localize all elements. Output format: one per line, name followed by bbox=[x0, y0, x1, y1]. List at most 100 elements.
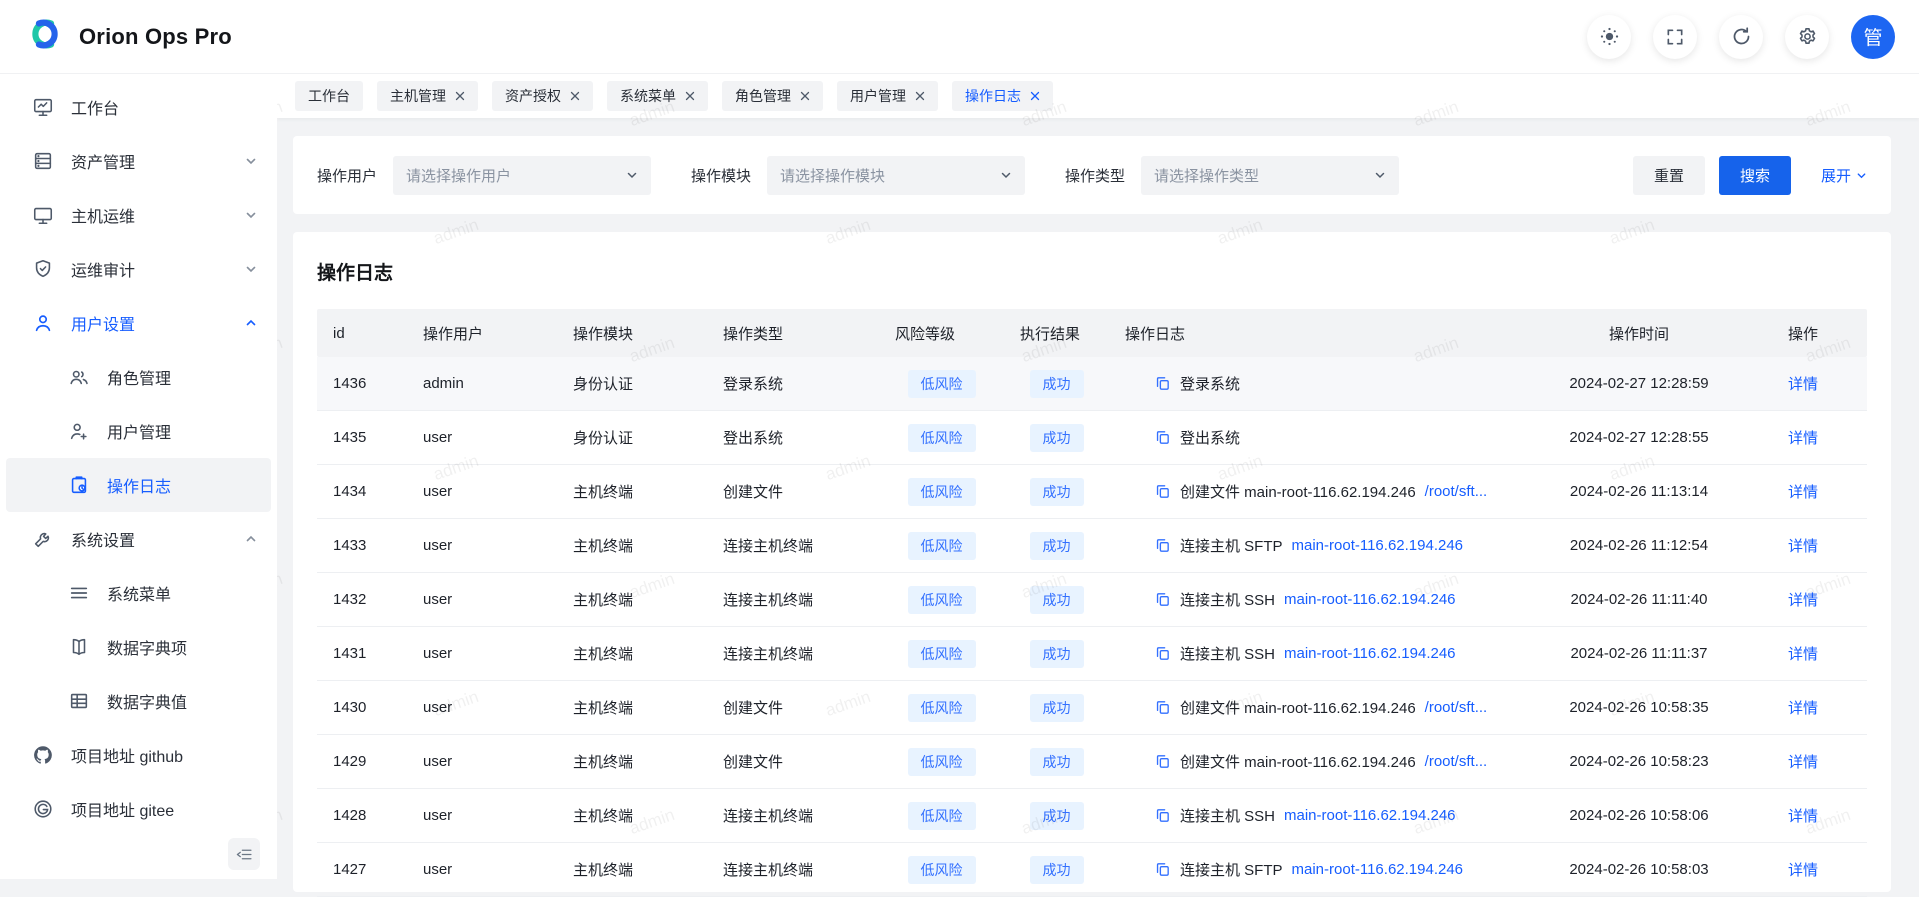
copy-icon[interactable] bbox=[1154, 537, 1171, 554]
app-logo[interactable]: Orion Ops Pro bbox=[24, 13, 232, 60]
sidebar-item-host-ops[interactable]: 主机运维 bbox=[6, 188, 271, 242]
table-row: 1430 user 主机终端 创建文件 低风险 成功 创建文件 main-roo… bbox=[317, 681, 1867, 735]
sidebar-item-system-settings[interactable]: 系统设置 bbox=[6, 512, 271, 566]
log-link[interactable]: main-root-116.62.194.246 bbox=[1292, 537, 1464, 554]
cell-id: 1436 bbox=[317, 375, 407, 392]
detail-link[interactable]: 详情 bbox=[1788, 538, 1818, 555]
close-icon[interactable] bbox=[800, 91, 810, 101]
detail-link[interactable]: 详情 bbox=[1788, 376, 1818, 393]
operation-type-select[interactable]: 请选择操作类型 bbox=[1141, 156, 1399, 195]
log-link[interactable]: /root/sft... bbox=[1425, 699, 1488, 716]
table-row: 1429 user 主机终端 创建文件 低风险 成功 创建文件 main-roo… bbox=[317, 735, 1867, 789]
risk-badge: 低风险 bbox=[908, 802, 976, 830]
sidebar-item-audit[interactable]: 运维审计 bbox=[6, 242, 271, 296]
log-link[interactable]: /root/sft... bbox=[1425, 753, 1488, 770]
gitee-icon bbox=[32, 798, 54, 820]
detail-link[interactable]: 详情 bbox=[1788, 862, 1818, 879]
sidebar-item-operation-log[interactable]: 操作日志 bbox=[6, 458, 271, 512]
tab-asset-authorization[interactable]: 资产授权 bbox=[492, 81, 593, 111]
copy-icon[interactable] bbox=[1154, 591, 1171, 608]
column-header-user: 操作用户 bbox=[407, 323, 557, 344]
close-icon[interactable] bbox=[915, 91, 925, 101]
copy-icon[interactable] bbox=[1154, 645, 1171, 662]
close-icon[interactable] bbox=[455, 91, 465, 101]
sidebar-item-role-management[interactable]: 角色管理 bbox=[6, 350, 271, 404]
sidebar-collapse-button[interactable] bbox=[228, 838, 260, 870]
tab-workbench[interactable]: 工作台 bbox=[295, 81, 363, 111]
sidebar-item-dict-values[interactable]: 数据字典值 bbox=[6, 674, 271, 728]
cell-time: 2024-02-26 11:11:37 bbox=[1539, 645, 1739, 662]
cell-time: 2024-02-27 12:28:59 bbox=[1539, 375, 1739, 392]
sidebar-item-system-menu[interactable]: 系统菜单 bbox=[6, 566, 271, 620]
cell-user: user bbox=[407, 591, 557, 608]
operation-module-select[interactable]: 请选择操作模块 bbox=[767, 156, 1025, 195]
gear-icon[interactable] bbox=[1785, 15, 1829, 59]
sidebar-item-label: 角色管理 bbox=[107, 365, 171, 389]
operation-user-select[interactable]: 请选择操作用户 bbox=[393, 156, 651, 195]
copy-icon[interactable] bbox=[1154, 483, 1171, 500]
sidebar-item-user-settings[interactable]: 用户设置 bbox=[6, 296, 271, 350]
cell-time: 2024-02-26 11:13:14 bbox=[1539, 483, 1739, 500]
log-link[interactable]: main-root-116.62.194.246 bbox=[1292, 861, 1464, 878]
detail-link[interactable]: 详情 bbox=[1788, 430, 1818, 447]
cell-action: 详情 bbox=[1739, 535, 1867, 556]
tab-host-management[interactable]: 主机管理 bbox=[377, 81, 478, 111]
close-icon[interactable] bbox=[1030, 91, 1040, 101]
log-link[interactable]: main-root-116.62.194.246 bbox=[1284, 645, 1456, 662]
refresh-icon[interactable] bbox=[1719, 15, 1763, 59]
tab-user-management[interactable]: 用户管理 bbox=[837, 81, 938, 111]
close-icon[interactable] bbox=[570, 91, 580, 101]
cell-risk: 低风险 bbox=[879, 478, 1004, 506]
sidebar-item-user-management[interactable]: 用户管理 bbox=[6, 404, 271, 458]
cell-module: 主机终端 bbox=[557, 643, 707, 664]
cell-action: 详情 bbox=[1739, 697, 1867, 718]
risk-badge: 低风险 bbox=[908, 694, 976, 722]
result-badge: 成功 bbox=[1030, 478, 1084, 506]
tab-label: 用户管理 bbox=[850, 86, 906, 106]
tab-system-menu[interactable]: 系统菜单 bbox=[607, 81, 708, 111]
tab-role-management[interactable]: 角色管理 bbox=[722, 81, 823, 111]
copy-icon[interactable] bbox=[1154, 753, 1171, 770]
sidebar-item-gitee[interactable]: 项目地址 gitee bbox=[6, 782, 271, 836]
fullscreen-icon[interactable] bbox=[1653, 15, 1697, 59]
detail-link[interactable]: 详情 bbox=[1788, 754, 1818, 771]
user-avatar[interactable]: 管 bbox=[1851, 15, 1895, 59]
detail-link[interactable]: 详情 bbox=[1788, 646, 1818, 663]
risk-badge: 低风险 bbox=[908, 370, 976, 398]
copy-icon[interactable] bbox=[1154, 699, 1171, 716]
log-link[interactable]: /root/sft... bbox=[1425, 483, 1488, 500]
tab-operation-log[interactable]: 操作日志 bbox=[952, 81, 1053, 111]
sidebar-item-assets[interactable]: 资产管理 bbox=[6, 134, 271, 188]
search-button[interactable]: 搜索 bbox=[1719, 156, 1791, 195]
result-badge: 成功 bbox=[1030, 640, 1084, 668]
copy-icon[interactable] bbox=[1154, 429, 1171, 446]
cell-user: user bbox=[407, 699, 557, 716]
close-icon[interactable] bbox=[685, 91, 695, 101]
cell-id: 1429 bbox=[317, 753, 407, 770]
cell-risk: 低风险 bbox=[879, 586, 1004, 614]
select-placeholder: 请选择操作用户 bbox=[406, 165, 511, 186]
expand-toggle[interactable]: 展开 bbox=[1821, 165, 1867, 186]
copy-icon[interactable] bbox=[1154, 375, 1171, 392]
copy-icon[interactable] bbox=[1154, 807, 1171, 824]
detail-link[interactable]: 详情 bbox=[1788, 592, 1818, 609]
log-link[interactable]: main-root-116.62.194.246 bbox=[1284, 591, 1456, 608]
select-placeholder: 请选择操作模块 bbox=[780, 165, 885, 186]
sidebar-item-workbench[interactable]: 工作台 bbox=[6, 80, 271, 134]
detail-link[interactable]: 详情 bbox=[1788, 700, 1818, 717]
tab-label: 资产授权 bbox=[505, 86, 561, 106]
detail-link[interactable]: 详情 bbox=[1788, 808, 1818, 825]
copy-icon[interactable] bbox=[1154, 861, 1171, 878]
log-link[interactable]: main-root-116.62.194.246 bbox=[1284, 807, 1456, 824]
cell-log: 登录系统 bbox=[1109, 373, 1539, 394]
result-badge: 成功 bbox=[1030, 856, 1084, 884]
sidebar-item-github[interactable]: 项目地址 github bbox=[6, 728, 271, 782]
chevron-down-icon bbox=[1856, 170, 1867, 181]
sidebar-item-dict-items[interactable]: 数据字典项 bbox=[6, 620, 271, 674]
book-icon bbox=[68, 636, 90, 658]
reset-button[interactable]: 重置 bbox=[1633, 156, 1705, 195]
cell-time: 2024-02-27 12:28:55 bbox=[1539, 429, 1739, 446]
brightness-icon[interactable] bbox=[1587, 15, 1631, 59]
detail-link[interactable]: 详情 bbox=[1788, 484, 1818, 501]
cell-module: 主机终端 bbox=[557, 751, 707, 772]
